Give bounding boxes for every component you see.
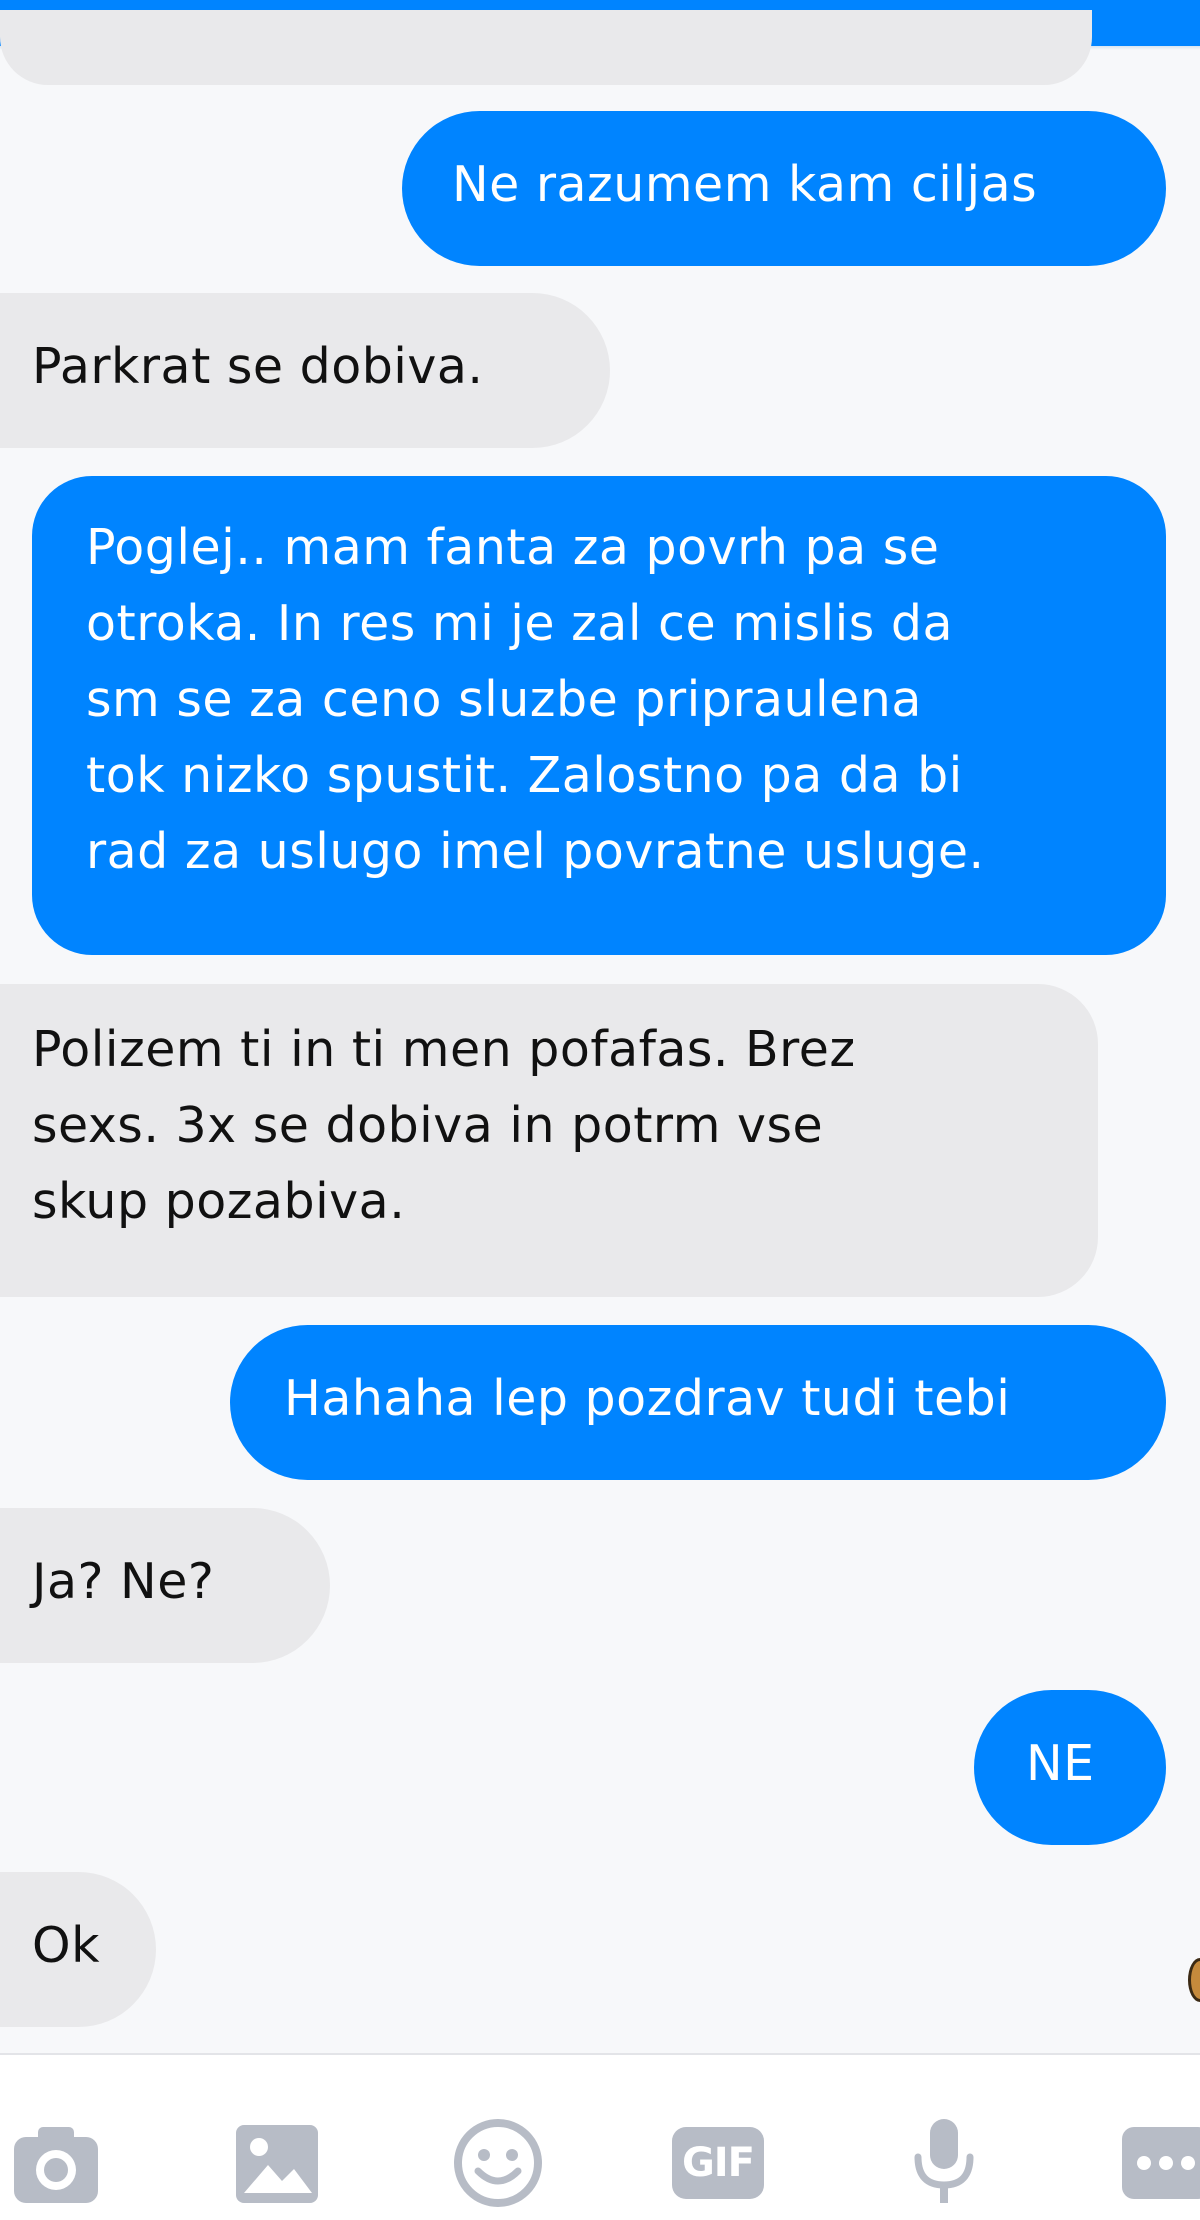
message-text: Polizem ti in ti men pofafas. Brez [32,1021,856,1078]
message-text: Parkrat se dobiva. [32,338,484,395]
message-text: tok nizko spustit. Zalostno pa da bi [86,747,963,804]
message-text: Ja? Ne? [32,1553,215,1610]
message-text: skup pozabiva. [32,1173,406,1230]
message-bubble-incoming: Ja? Ne? [0,1508,330,1663]
message-bubble-incoming: Ok [0,1872,156,2027]
gif-label: GIF [672,2127,764,2199]
message-text: sm se za ceno sluzbe pripraulena [86,671,922,728]
message-bubble-incoming: Polizem ti in ti men pofafas. Brez sexs.… [0,984,1098,1297]
message-text: Poglej.. mam fanta za povrh pa se [86,519,940,576]
read-receipt-avatar [1188,1958,1200,2002]
message-text: NE [1026,1735,1095,1792]
message-bubble-incoming: Parkrat se dobiva. [0,293,610,448]
gif-icon[interactable]: GIF [672,2117,764,2209]
gallery-icon[interactable] [232,2117,324,2209]
previous-message-bubble [0,10,1092,85]
message-text: rad za uslugo imel povratne usluge. [86,823,985,880]
message-bubble-outgoing: Poglej.. mam fanta za povrh pa se otroka… [32,476,1166,955]
message-bubble-outgoing: Ne razumem kam ciljas [402,111,1166,266]
microphone-icon[interactable] [898,2117,990,2209]
emoji-icon[interactable] [452,2117,544,2209]
more-icon[interactable] [1120,2117,1200,2209]
camera-icon[interactable] [10,2117,102,2209]
message-bubble-outgoing: Hahaha lep pozdrav tudi tebi [230,1325,1166,1480]
message-text: Hahaha lep pozdrav tudi tebi [284,1370,1011,1427]
message-text: Ne razumem kam ciljas [452,156,1038,213]
message-text: sexs. 3x se dobiva in potrm vse [32,1097,824,1154]
message-text: otroka. In res mi je zal ce mislis da [86,595,954,652]
composer-toolbar: GIF [0,2053,1200,2220]
message-bubble-outgoing: NE [974,1690,1166,1845]
message-text: Ok [32,1917,100,1974]
